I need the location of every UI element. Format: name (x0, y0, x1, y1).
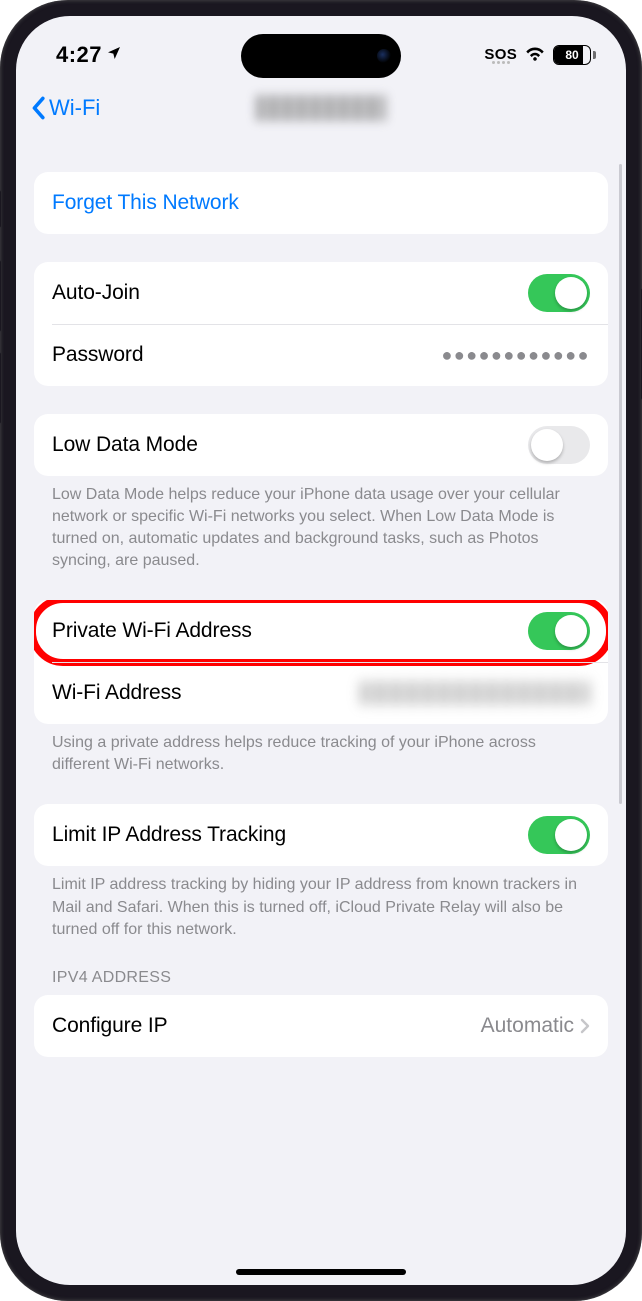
low-data-mode-toggle[interactable] (528, 426, 590, 464)
dynamic-island (241, 34, 401, 78)
auto-join-row: Auto-Join (34, 262, 608, 324)
auto-join-toggle[interactable] (528, 274, 590, 312)
wifi-icon (524, 44, 546, 67)
limit-ip-tracking-label: Limit IP Address Tracking (52, 823, 286, 847)
wifi-address-footer: Using a private address helps reduce tra… (34, 724, 608, 776)
private-wifi-address-toggle[interactable] (528, 612, 590, 650)
chevron-right-icon (580, 1018, 590, 1034)
battery-indicator: 80 (553, 45, 596, 65)
ipv4-section-header: IPV4 ADDRESS (34, 969, 608, 995)
configure-ip-label: Configure IP (52, 1014, 168, 1038)
password-label: Password (52, 343, 143, 367)
back-button[interactable]: Wi-Fi (30, 95, 100, 121)
location-icon (106, 45, 122, 66)
private-wifi-address-row: Private Wi-Fi Address (34, 600, 608, 662)
password-row[interactable]: Password ●●●●●●●●●●●● (34, 324, 608, 386)
forget-network-button[interactable]: Forget This Network (34, 172, 608, 234)
low-data-mode-row: Low Data Mode (34, 414, 608, 476)
scroll-indicator[interactable] (619, 164, 622, 804)
back-label: Wi-Fi (49, 95, 100, 121)
navigation-bar: Wi-Fi (16, 80, 626, 136)
wifi-address-label: Wi-Fi Address (52, 681, 181, 705)
limit-ip-tracking-footer: Limit IP address tracking by hiding your… (34, 866, 608, 940)
low-data-mode-footer: Low Data Mode helps reduce your iPhone d… (34, 476, 608, 572)
chevron-left-icon (30, 96, 46, 120)
limit-ip-tracking-toggle[interactable] (528, 816, 590, 854)
configure-ip-value: Automatic (481, 1014, 574, 1038)
low-data-mode-label: Low Data Mode (52, 433, 198, 457)
password-mask: ●●●●●●●●●●●● (442, 345, 590, 366)
sos-indicator: SOS (484, 46, 517, 64)
wifi-address-value-redacted (360, 681, 590, 705)
private-wifi-address-label: Private Wi-Fi Address (52, 619, 252, 643)
configure-ip-row[interactable]: Configure IP Automatic (34, 995, 608, 1057)
auto-join-label: Auto-Join (52, 281, 140, 305)
wifi-address-row[interactable]: Wi-Fi Address (34, 662, 608, 724)
status-time: 4:27 (56, 42, 102, 68)
limit-ip-tracking-row: Limit IP Address Tracking (34, 804, 608, 866)
home-indicator[interactable] (236, 1269, 406, 1275)
page-title-redacted (256, 95, 386, 121)
